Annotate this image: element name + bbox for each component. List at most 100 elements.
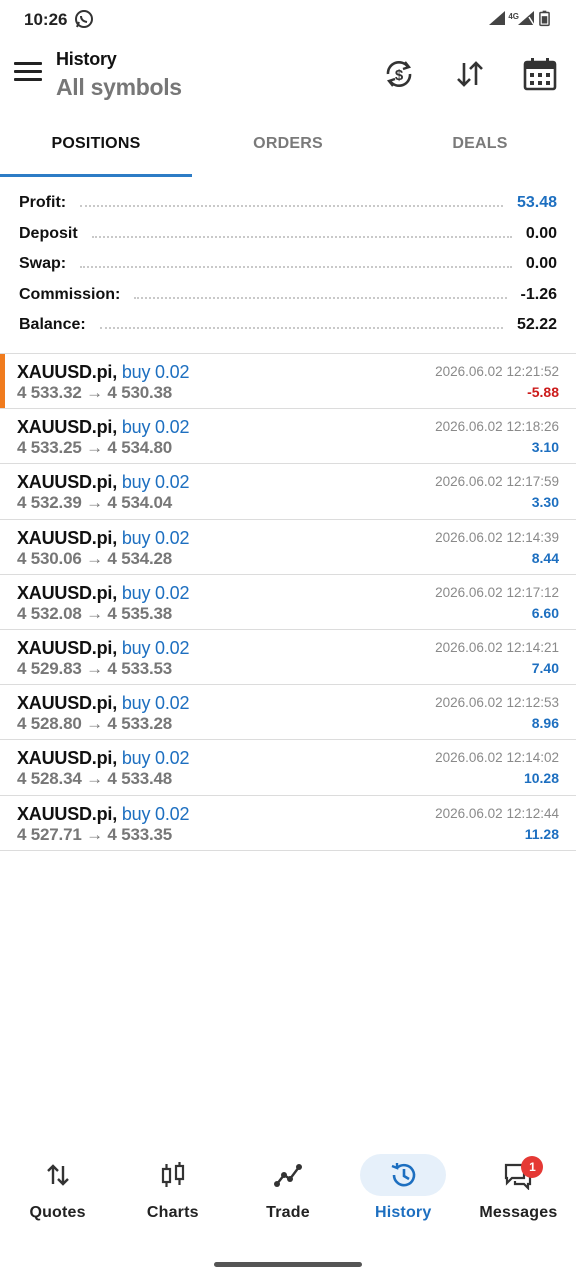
position-symbol: XAUUSD.pi, buy 0.02 [17,472,190,493]
position-prices: 4 530.06 → 4 534.28 [17,548,172,568]
bottom-nav: Quotes Charts Trade History 1 Messages [0,1150,576,1230]
dot-leader [91,235,512,238]
position-prices: 4 528.34 → 4 533.48 [17,769,172,789]
commission-label: Commission: [19,285,121,303]
position-time: 2026.06.02 12:14:21 [435,639,559,655]
position-symbol: XAUUSD.pi, buy 0.02 [17,362,190,382]
position-time: 2026.06.02 12:14:39 [435,529,559,545]
summary-deposit: Deposit 0.00 [0,219,576,250]
position-profit: 10.28 [523,770,559,787]
position-symbol: XAUUSD.pi, buy 0.02 [17,748,190,769]
list-item[interactable]: XAUUSD.pi, buy 0.02 4 532.39 → 4 534.04 … [0,464,576,520]
position-symbol: XAUUSD.pi, buy 0.02 [17,637,190,658]
quotes-icon [43,1160,73,1190]
status-bar: 10:26 4G [0,0,576,40]
position-side: buy 0.02 [121,527,190,548]
position-prices: 4 529.83 → 4 533.53 [17,658,172,678]
nav-label: Charts [146,1204,199,1221]
menu-icon[interactable] [14,62,42,84]
list-item[interactable]: XAUUSD.pi, buy 0.02 4 530.06 → 4 534.28 … [0,520,576,575]
status-time: 10:26 [24,10,68,29]
position-time: 2026.06.02 12:14:02 [435,750,559,766]
list-item[interactable]: XAUUSD.pi, buy 0.02 4 528.34 → 4 533.48 … [0,740,576,796]
charts-icon [158,1160,188,1190]
list-item[interactable]: XAUUSD.pi, buy 0.02 4 533.32 → 4 530.38 … [0,354,576,410]
position-prices: 4 532.08 → 4 535.38 [17,603,172,623]
calendar-icon[interactable] [522,56,558,92]
position-prices: 4 528.80 → 4 533.28 [17,714,172,734]
position-profit: -5.88 [527,384,559,400]
sort-icon[interactable] [452,56,488,92]
list-item[interactable]: XAUUSD.pi, buy 0.02 4 528.80 → 4 533.28 … [0,685,576,741]
swap-label: Swap: [19,255,67,273]
list-item[interactable]: XAUUSD.pi, buy 0.02 4 532.08 → 4 535.38 … [0,575,576,630]
position-symbol: XAUUSD.pi, buy 0.02 [17,417,190,438]
list-item[interactable]: XAUUSD.pi, buy 0.02 4 533.25 → 4 534.80 … [0,409,576,465]
home-indicator[interactable] [214,1262,362,1267]
nav-quotes[interactable]: Quotes [0,1150,115,1230]
balance-label: Balance: [19,316,86,334]
svg-text:$: $ [395,67,404,84]
profit-label: Profit: [19,194,67,212]
position-time: 2026.06.02 12:17:12 [435,584,559,600]
battery-icon [539,9,550,32]
position-prices: 4 533.32 → 4 530.38 [17,383,172,402]
dot-leader [99,327,503,330]
position-profit: 3.10 [531,439,559,456]
nav-history[interactable]: History [346,1150,461,1230]
nav-label: Quotes [29,1204,86,1221]
status-indicators: 4G [488,9,550,32]
sync-currency-icon[interactable]: $ [381,56,417,92]
position-side: buy 0.02 [121,803,190,824]
position-side: buy 0.02 [121,748,190,769]
position-profit: 3.30 [531,494,559,511]
list-item[interactable]: XAUUSD.pi, buy 0.02 4 527.71 → 4 533.35 … [0,796,576,851]
position-profit: 11.28 [524,825,559,842]
deposit-label: Deposit [19,224,78,242]
position-time: 2026.06.02 12:21:52 [435,364,559,379]
position-side: buy 0.02 [121,472,190,493]
nav-messages[interactable]: 1 Messages [461,1150,576,1230]
nav-label: History [374,1204,432,1221]
position-side: buy 0.02 [121,637,190,658]
signal-icon [488,10,506,31]
summary-panel: Profit: 53.48 Deposit 0.00 Swap: 0.00 Co… [0,188,576,341]
nav-label: Trade [266,1204,310,1221]
dot-leader [134,296,507,299]
tab-orders[interactable]: ORDERS [192,120,384,178]
position-symbol: XAUUSD.pi, buy 0.02 [17,527,190,548]
toolbar: History All symbols $ [0,40,576,112]
tab-positions[interactable]: POSITIONS [0,120,192,178]
position-profit: 7.40 [531,659,559,676]
summary-swap: Swap: 0.00 [0,249,576,280]
position-prices: 4 533.25 → 4 534.80 [17,438,172,458]
position-profit: 8.96 [531,715,559,732]
position-side: buy 0.02 [121,362,190,382]
signal-icon-2 [517,10,535,31]
tab-deals[interactable]: DEALS [384,120,576,178]
position-side: buy 0.02 [121,417,190,438]
position-symbol: XAUUSD.pi, buy 0.02 [17,803,190,824]
summary-commission: Commission: -1.26 [0,280,576,311]
position-symbol: XAUUSD.pi, buy 0.02 [17,582,190,603]
position-time: 2026.06.02 12:12:44 [435,805,559,821]
nav-charts[interactable]: Charts [115,1150,230,1230]
nav-trade[interactable]: Trade [230,1150,345,1230]
summary-profit: Profit: 53.48 [0,188,576,219]
position-time: 2026.06.02 12:18:26 [435,419,559,435]
position-profit: 8.44 [531,549,559,566]
position-side: buy 0.02 [121,693,190,714]
symbol-filter[interactable]: All symbols [56,74,182,101]
profit-value: 53.48 [516,194,557,212]
nav-label: Messages [479,1204,558,1221]
page-title: History [56,49,117,69]
history-icon [388,1160,418,1190]
positions-list: XAUUSD.pi, buy 0.02 4 533.32 → 4 530.38 … [0,353,576,851]
summary-balance: Balance: 52.22 [0,310,576,341]
tab-bar: POSITIONS ORDERS DEALS [0,120,576,178]
list-item[interactable]: XAUUSD.pi, buy 0.02 4 529.83 → 4 533.53 … [0,630,576,686]
position-prices: 4 527.71 → 4 533.35 [17,824,172,844]
position-symbol: XAUUSD.pi, buy 0.02 [17,693,190,714]
balance-value: 52.22 [516,316,557,334]
position-time: 2026.06.02 12:12:53 [435,695,559,711]
